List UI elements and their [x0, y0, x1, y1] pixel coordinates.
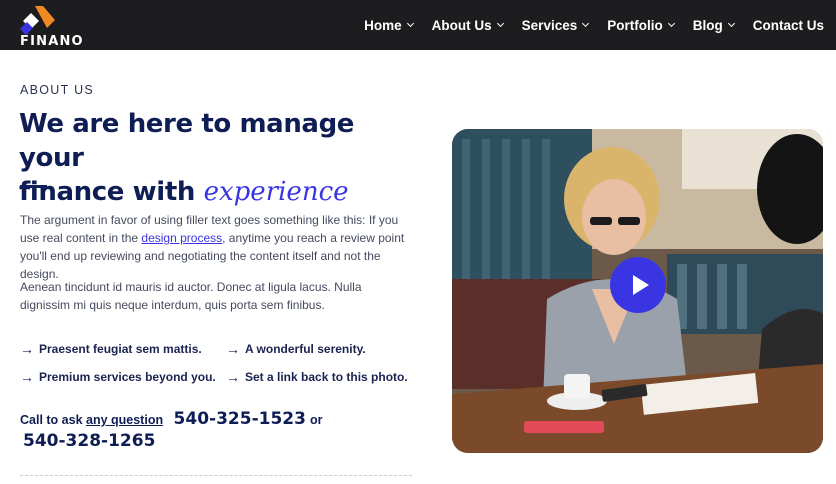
nav-item-contact-us[interactable]: Contact Us	[753, 18, 824, 33]
nav-label: Portfolio	[607, 17, 663, 33]
about-video-thumbnail[interactable]	[452, 129, 823, 453]
nav-item-services[interactable]: Services	[521, 17, 590, 33]
title-divider	[20, 185, 47, 188]
arrow-right-icon: →	[20, 341, 34, 357]
chevron-down-icon	[406, 19, 414, 28]
nav-item-about-us[interactable]: About Us	[431, 17, 504, 33]
page-title: We are here to manage your finance with …	[19, 107, 419, 209]
arrow-right-icon: →	[226, 369, 240, 385]
feature-text: Set a link back to this photo.	[245, 370, 408, 384]
chevron-down-icon	[496, 19, 504, 28]
nav-label: Services	[521, 17, 578, 33]
feature-text: Praesent feugiat sem mattis.	[39, 342, 202, 356]
brand-name: FINANO	[20, 34, 84, 49]
or-separator: or	[309, 413, 323, 427]
intro-paragraph: The argument in favor of using filler te…	[20, 211, 412, 283]
call-prefix: Call to ask	[20, 413, 86, 427]
nav-label: Blog	[692, 17, 723, 33]
headline-accent: experience	[203, 177, 349, 207]
any-question-link[interactable]: any question	[86, 413, 163, 427]
nav-item-portfolio[interactable]: Portfolio	[607, 17, 675, 33]
call-to-action: Call to ask any question 540-325-1523 or …	[20, 409, 420, 453]
site-header: FINANO Home About Us Services Portfolio …	[0, 0, 836, 50]
secondary-paragraph: Aenean tincidunt id mauris id auctor. Do…	[20, 280, 362, 312]
chevron-down-icon	[582, 19, 590, 28]
arrow-right-icon: →	[20, 369, 34, 385]
play-icon[interactable]	[610, 257, 666, 313]
design-process-link[interactable]: design process	[141, 231, 222, 245]
section-eyebrow: ABOUT US	[20, 83, 95, 97]
section-divider	[20, 475, 412, 476]
chevron-down-icon	[727, 19, 735, 28]
feature-text: A wonderful serenity.	[245, 342, 366, 356]
arrow-right-icon: →	[226, 341, 240, 357]
main-nav: Home About Us Services Portfolio Blog Co…	[345, 0, 824, 50]
headline-line-1: We are here to manage your	[19, 109, 355, 173]
phone-number-primary[interactable]: 540-325-1523	[174, 409, 306, 429]
nav-item-home[interactable]: Home	[364, 17, 414, 33]
brand-logo[interactable]: FINANO	[19, 5, 83, 49]
nav-label: About Us	[431, 17, 492, 33]
nav-label: Home	[364, 17, 402, 33]
feature-item: → A wonderful serenity.	[226, 341, 366, 357]
feature-item: → Praesent feugiat sem mattis.	[20, 341, 202, 357]
nav-label: Contact Us	[752, 17, 824, 33]
headline-line-2: finance with	[19, 177, 204, 207]
logo-mark-icon	[20, 6, 55, 35]
chevron-down-icon	[667, 19, 675, 28]
feature-item: → Set a link back to this photo.	[226, 369, 408, 385]
nav-item-blog[interactable]: Blog	[692, 17, 735, 33]
phone-number-secondary[interactable]: 540-328-1265	[23, 431, 155, 451]
feature-text: Premium services beyond you.	[39, 370, 216, 384]
feature-item: → Premium services beyond you.	[20, 369, 216, 385]
